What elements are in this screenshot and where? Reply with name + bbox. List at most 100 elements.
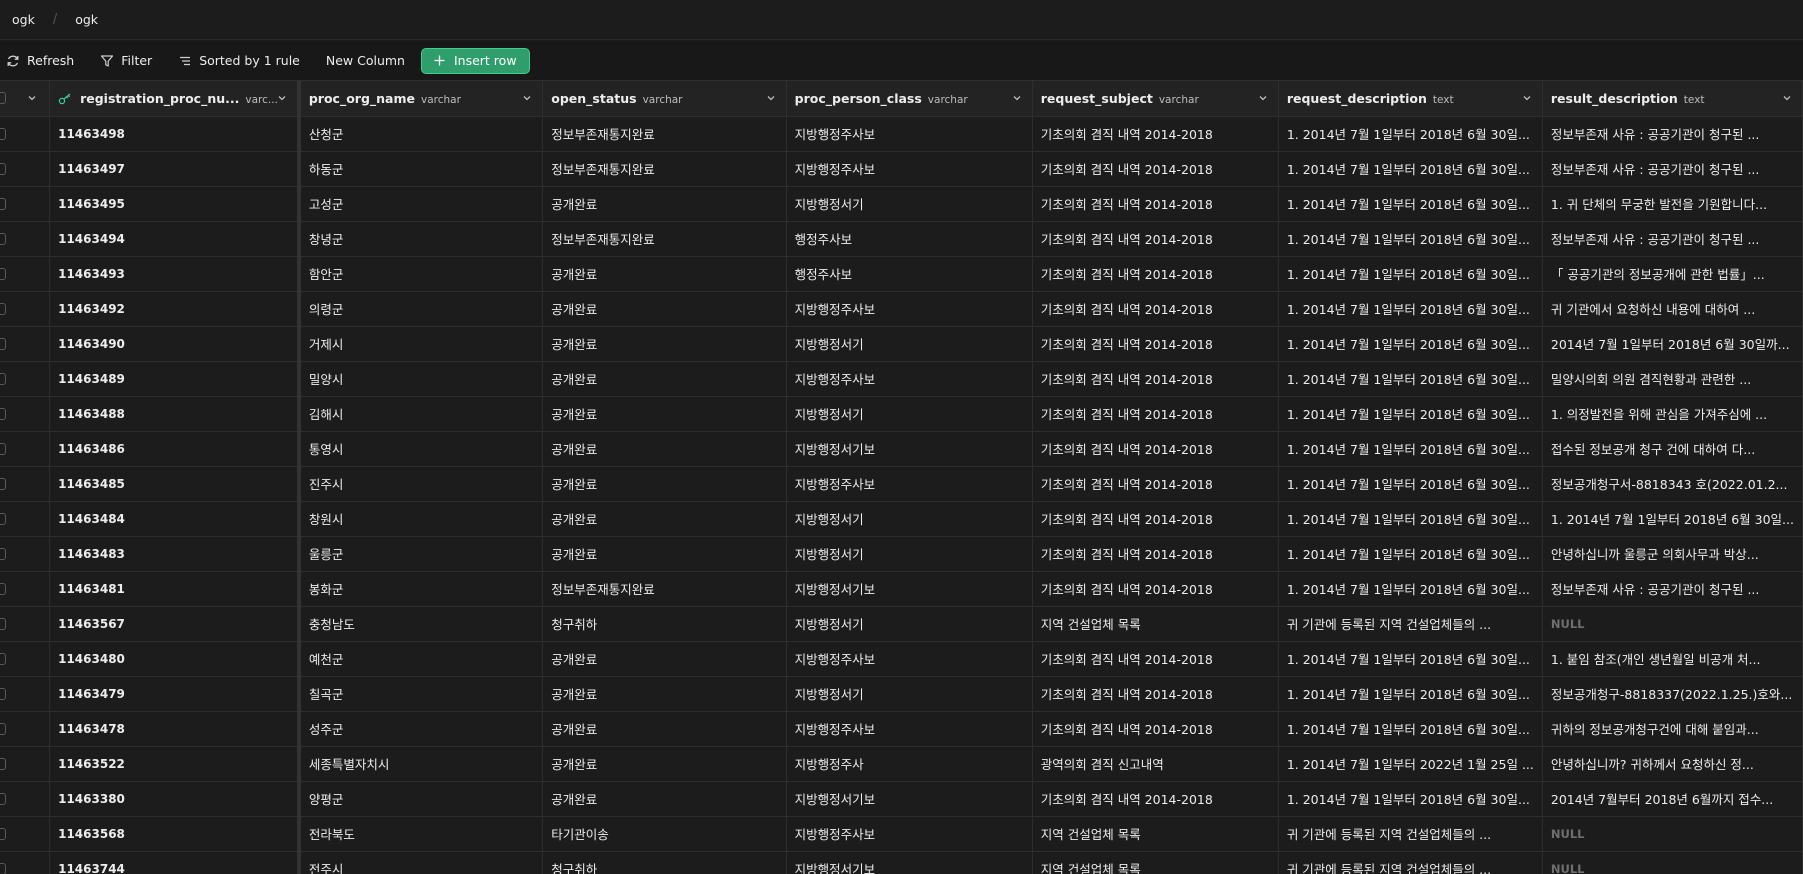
open-status-cell[interactable]: 타기관이송: [542, 816, 787, 852]
filter-button[interactable]: Filter: [100, 53, 152, 68]
open-status-cell[interactable]: 청구취하: [542, 606, 787, 642]
request-description-cell[interactable]: 1. 2014년 7월 1일부터 2018년 6월 30일...: [1278, 116, 1543, 152]
request-subject-cell[interactable]: 기초의회 겸직 내역 2014-2018: [1032, 116, 1279, 152]
row-checkbox[interactable]: [0, 687, 6, 700]
proc-person-class-cell[interactable]: 지방행정주사보: [786, 361, 1033, 397]
open-status-cell[interactable]: 공개완료: [542, 781, 787, 817]
row-checkbox[interactable]: [0, 617, 6, 630]
request-description-cell[interactable]: 1. 2014년 7월 1일부터 2018년 6월 30일...: [1278, 431, 1543, 467]
proc-org-name-cell[interactable]: 통영시: [298, 431, 544, 467]
open-status-cell[interactable]: 공개완료: [542, 361, 787, 397]
request-description-cell[interactable]: 1. 2014년 7월 1일부터 2018년 6월 30일...: [1278, 711, 1543, 747]
request-description-cell[interactable]: 1. 2014년 7월 1일부터 2018년 6월 30일...: [1278, 326, 1543, 362]
breadcrumb-schema[interactable]: ogk: [12, 12, 35, 27]
result-description-cell[interactable]: 1. 붙임 참조(개인 생년월일 비공개 처...: [1542, 641, 1803, 677]
registration-cell[interactable]: 11463493: [49, 256, 301, 292]
proc-org-name-cell[interactable]: 창원시: [298, 501, 544, 537]
request-description-cell[interactable]: 1. 2014년 7월 1일부터 2018년 6월 30일...: [1278, 641, 1543, 677]
row-select-cell[interactable]: [0, 571, 51, 607]
table-row[interactable]: 11463484 창원시 공개완료 지방행정서기 기초의회 겸직 내역 2014-201…: [0, 501, 1803, 537]
table-row[interactable]: 11463568 전라북도 타기관이송 지방행정주사보 지역 건설업체 목록 귀 기관에 …: [0, 816, 1803, 852]
result-description-cell[interactable]: 2014년 7월 1일부터 2018년 6월 30일까...: [1542, 326, 1803, 362]
row-checkbox[interactable]: [0, 232, 6, 245]
open-status-cell[interactable]: 정보부존재통지완료: [542, 571, 787, 607]
chevron-down-icon[interactable]: [1782, 93, 1792, 103]
chevron-down-icon[interactable]: [1522, 93, 1532, 103]
proc-org-name-cell[interactable]: 김해시: [298, 396, 544, 432]
refresh-button[interactable]: Refresh: [6, 53, 74, 68]
registration-cell[interactable]: 11463494: [49, 221, 301, 257]
row-checkbox[interactable]: [0, 862, 6, 874]
row-select-cell[interactable]: [0, 781, 51, 817]
result-description-cell[interactable]: 귀 기관에서 요청하신 내용에 대하여 ...: [1542, 291, 1803, 327]
column-header-proc-person-class[interactable]: proc_person_class varchar: [786, 81, 1033, 117]
row-select-cell[interactable]: [0, 256, 51, 292]
row-checkbox[interactable]: [0, 652, 6, 665]
proc-person-class-cell[interactable]: 지방행정주사: [786, 746, 1033, 782]
table-row[interactable]: 11463493 함안군 공개완료 행정주사보 기초의회 겸직 내역 2014-2018…: [0, 256, 1803, 292]
row-checkbox[interactable]: [0, 757, 6, 770]
request-subject-cell[interactable]: 기초의회 겸직 내역 2014-2018: [1032, 396, 1279, 432]
proc-person-class-cell[interactable]: 지방행정서기보: [786, 781, 1033, 817]
request-description-cell[interactable]: 1. 2014년 7월 1일부터 2018년 6월 30일...: [1278, 536, 1543, 572]
request-subject-cell[interactable]: 기초의회 겸직 내역 2014-2018: [1032, 186, 1279, 222]
result-description-cell[interactable]: 정보부존재 사유 : 공공기관이 청구된 ...: [1542, 116, 1803, 152]
proc-org-name-cell[interactable]: 세종특별자치시: [298, 746, 544, 782]
open-status-cell[interactable]: 공개완료: [542, 711, 787, 747]
registration-cell[interactable]: 11463485: [49, 466, 301, 502]
request-subject-cell[interactable]: 기초의회 겸직 내역 2014-2018: [1032, 711, 1279, 747]
row-checkbox[interactable]: [0, 407, 6, 420]
row-checkbox[interactable]: [0, 722, 6, 735]
table-row[interactable]: 11463479 칠곡군 공개완료 지방행정서기 기초의회 겸직 내역 2014-201…: [0, 676, 1803, 712]
row-checkbox[interactable]: [0, 582, 6, 595]
select-all-checkbox[interactable]: [0, 92, 6, 104]
row-select-cell[interactable]: [0, 816, 51, 852]
request-subject-cell[interactable]: 기초의회 겸직 내역 2014-2018: [1032, 221, 1279, 257]
registration-cell[interactable]: 11463497: [49, 151, 301, 187]
row-checkbox[interactable]: [0, 372, 6, 385]
request-description-cell[interactable]: 귀 기관에 등록된 지역 건설업체들의 ...: [1278, 816, 1543, 852]
request-description-cell[interactable]: 귀 기관에 등록된 지역 건설업체들의 ...: [1278, 606, 1543, 642]
sort-button[interactable]: Sorted by 1 rule: [178, 53, 300, 68]
table-row[interactable]: 11463485 진주시 공개완료 지방행정주사보 기초의회 겸직 내역 2014-20…: [0, 466, 1803, 502]
request-description-cell[interactable]: 1. 2014년 7월 1일부터 2018년 6월 30일...: [1278, 676, 1543, 712]
column-header-proc-org-name[interactable]: proc_org_name varchar: [298, 81, 544, 117]
proc-person-class-cell[interactable]: 지방행정서기: [786, 676, 1033, 712]
column-header-open-status[interactable]: open_status varchar: [542, 81, 787, 117]
table-row[interactable]: 11463488 김해시 공개완료 지방행정서기 기초의회 겸직 내역 2014-201…: [0, 396, 1803, 432]
proc-org-name-cell[interactable]: 하동군: [298, 151, 544, 187]
row-select-cell[interactable]: [0, 606, 51, 642]
proc-person-class-cell[interactable]: 지방행정서기: [786, 186, 1033, 222]
proc-person-class-cell[interactable]: 지방행정서기: [786, 536, 1033, 572]
request-description-cell[interactable]: 1. 2014년 7월 1일부터 2022년 1월 25일 ...: [1278, 746, 1543, 782]
registration-cell[interactable]: 11463479: [49, 676, 301, 712]
insert-row-button[interactable]: Insert row: [420, 47, 530, 74]
proc-person-class-cell[interactable]: 지방행정주사보: [786, 151, 1033, 187]
row-select-cell[interactable]: [0, 221, 51, 257]
request-description-cell[interactable]: 1. 2014년 7월 1일부터 2018년 6월 30일...: [1278, 256, 1543, 292]
row-select-cell[interactable]: [0, 711, 51, 747]
row-select-cell[interactable]: [0, 536, 51, 572]
row-select-cell[interactable]: [0, 466, 51, 502]
request-description-cell[interactable]: 1. 2014년 7월 1일부터 2018년 6월 30일...: [1278, 221, 1543, 257]
registration-cell[interactable]: 11463744: [49, 851, 301, 874]
request-subject-cell[interactable]: 기초의회 겸직 내역 2014-2018: [1032, 151, 1279, 187]
open-status-cell[interactable]: 공개완료: [542, 431, 787, 467]
chevron-down-icon[interactable]: [27, 93, 37, 103]
result-description-cell[interactable]: 접수된 정보공개 청구 건에 대하여 다...: [1542, 431, 1803, 467]
chevron-down-icon[interactable]: [522, 93, 532, 103]
request-subject-cell[interactable]: 지역 건설업체 목록: [1032, 816, 1279, 852]
proc-org-name-cell[interactable]: 양평군: [298, 781, 544, 817]
request-subject-cell[interactable]: 기초의회 겸직 내역 2014-2018: [1032, 571, 1279, 607]
table-row[interactable]: 11463567 충청남도 청구취하 지방행정서기 지역 건설업체 목록 귀 기관에 등록…: [0, 606, 1803, 642]
result-description-cell[interactable]: 1. 귀 단체의 무궁한 발전을 기원합니다...: [1542, 186, 1803, 222]
result-description-cell[interactable]: 2014년 7월부터 2018년 6월까지 접수...: [1542, 781, 1803, 817]
table-row[interactable]: 11463495 고성군 공개완료 지방행정서기 기초의회 겸직 내역 2014-201…: [0, 186, 1803, 222]
request-subject-cell[interactable]: 기초의회 겸직 내역 2014-2018: [1032, 641, 1279, 677]
row-select-cell[interactable]: [0, 186, 51, 222]
request-subject-cell[interactable]: 기초의회 겸직 내역 2014-2018: [1032, 291, 1279, 327]
row-select-cell[interactable]: [0, 676, 51, 712]
table-row[interactable]: 11463744 전주시 청구취하 지방행정서기보 지역 건설업체 목록 귀 기관에 등록…: [0, 851, 1803, 874]
table-row[interactable]: 11463497 하동군 정보부존재통지완료 지방행정주사보 기초의회 겸직 내역 20…: [0, 151, 1803, 187]
table-row[interactable]: 11463483 울릉군 공개완료 지방행정서기 기초의회 겸직 내역 2014-201…: [0, 536, 1803, 572]
